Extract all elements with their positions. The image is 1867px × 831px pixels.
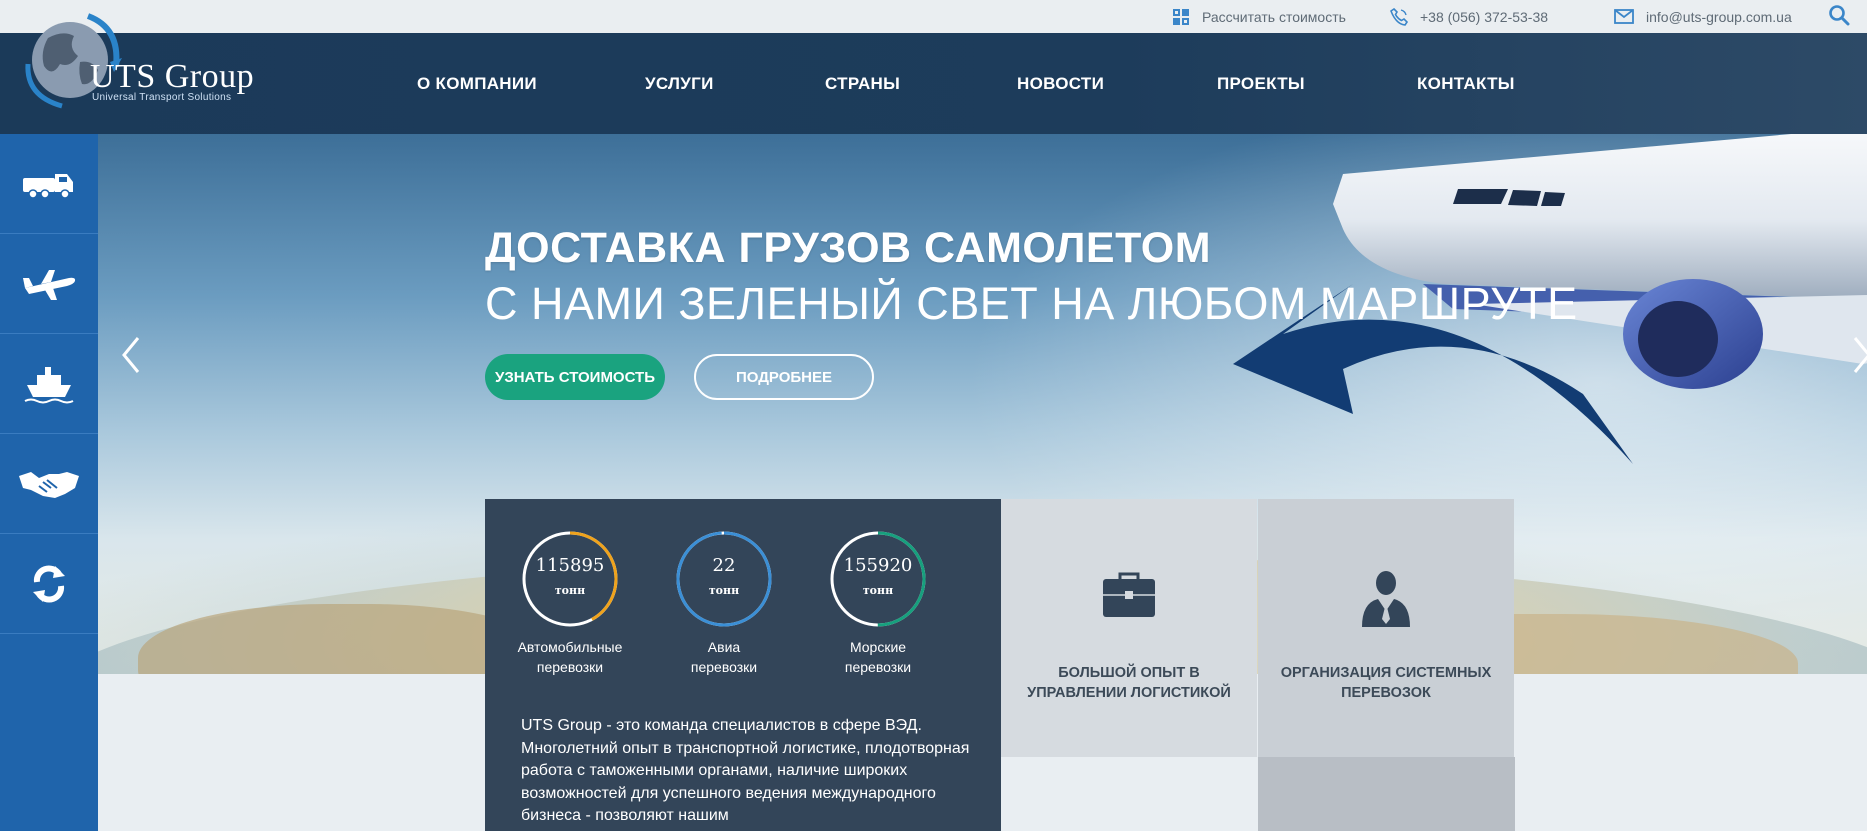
nav-item-contacts[interactable]: КОНТАКТЫ	[1417, 33, 1515, 134]
nav-item-projects[interactable]: ПРОЕКТЫ	[1217, 33, 1305, 134]
handshake-icon	[19, 471, 79, 498]
calculate-cost-link[interactable]: Рассчитать стоимость	[1172, 0, 1346, 33]
search-icon	[1828, 4, 1850, 29]
nav-item-countries[interactable]: СТРАНЫ	[825, 33, 900, 134]
airplane-icon	[23, 269, 76, 300]
page: Рассчитать стоимость +38 (056) 372-53-38…	[0, 0, 1867, 831]
site-logo[interactable]: UTS Group Universal Transport Solutions	[18, 8, 258, 118]
nav-item-news[interactable]: НОВОСТИ	[1017, 33, 1104, 134]
stat-value: 115895	[535, 555, 605, 576]
sidebar-item-partnership[interactable]	[0, 434, 98, 534]
stat-label: Авиа перевозки	[659, 637, 789, 677]
calculator-grid-icon	[1172, 8, 1190, 26]
phone-link[interactable]: +38 (056) 372-53-38	[1390, 0, 1548, 33]
stat-air: 22 тонн Авиа перевозки	[659, 529, 789, 677]
stat-label-line: перевозки	[536, 659, 604, 675]
about-text: UTS Group - это команда специалистов в с…	[521, 717, 970, 824]
stat-value: 22	[712, 555, 736, 576]
stat-label-line: Морские	[849, 639, 907, 655]
businessman-icon	[1362, 571, 1410, 627]
hero-title: ДОСТАВКА ГРУЗОВ САМОЛЕТОМ	[485, 224, 1212, 272]
ship-icon	[24, 366, 74, 403]
feature-logistics[interactable]: БОЛЬШОЙ ОПЫТ В УПРАВЛЕНИИ ЛОГИСТИКОЙ	[1001, 499, 1257, 757]
slider-next-button[interactable]	[1847, 330, 1867, 380]
refresh-icon	[33, 565, 65, 602]
progress-ring	[522, 531, 618, 627]
progress-ring	[830, 531, 926, 627]
nav-item-about[interactable]: О КОМПАНИИ	[417, 33, 537, 134]
sidebar-item-other[interactable]	[0, 534, 98, 634]
mail-icon	[1614, 9, 1634, 24]
stat-value: 155920	[843, 555, 913, 576]
email-address: info@uts-group.com.ua	[1646, 8, 1792, 25]
chevron-right-icon	[1853, 337, 1867, 373]
airplane-illustration	[1233, 134, 1867, 464]
phone-number: +38 (056) 372-53-38	[1420, 8, 1549, 25]
search-button[interactable]	[1828, 0, 1850, 33]
stat-unit: тонн	[554, 584, 586, 597]
stat-label-line: перевозки	[690, 659, 758, 675]
calculate-cost-label: Рассчитать стоимость	[1202, 8, 1346, 25]
stat-road: 115895 тонн Автомобильные перевозки	[505, 529, 635, 677]
stat-label-line: Авиа	[707, 639, 741, 655]
progress-ring	[676, 531, 772, 627]
feature-systems[interactable]: ОРГАНИЗАЦИЯ СИСТЕМНЫХ ПЕРЕВОЗОК	[1258, 499, 1514, 757]
get-price-button[interactable]: УЗНАТЬ СТОИМОСТЬ	[485, 354, 665, 400]
stat-unit: тонн	[862, 584, 894, 597]
email-link[interactable]: info@uts-group.com.ua	[1614, 0, 1792, 33]
feature-label: БОЛЬШОЙ ОПЫТ В УПРАВЛЕНИИ ЛОГИСТИКОЙ	[1027, 665, 1231, 701]
stat-label-line: перевозки	[844, 659, 912, 675]
stat-label: Морские перевозки	[813, 637, 943, 677]
logo-title: UTS Group	[90, 58, 255, 95]
stat-label: Автомобильные перевозки	[505, 637, 635, 677]
sidebar-item-sea[interactable]	[0, 334, 98, 434]
slider-prev-button[interactable]	[116, 330, 146, 380]
stat-sea: 155920 тонн Морские перевозки	[813, 529, 943, 677]
sidebar-item-road[interactable]	[0, 134, 98, 234]
main-navigation: О КОМПАНИИ УСЛУГИ СТРАНЫ НОВОСТИ ПРОЕКТЫ…	[0, 33, 1867, 134]
top-bar: Рассчитать стоимость +38 (056) 372-53-38…	[0, 0, 1867, 33]
more-details-button[interactable]: ПОДРОБНЕЕ	[694, 354, 874, 400]
hero-subtitle: С НАМИ ЗЕЛЕНЫЙ СВЕТ НА ЛЮБОМ МАРШРУТЕ	[485, 278, 1578, 329]
phone-icon	[1390, 7, 1408, 26]
sidebar-item-air[interactable]	[0, 234, 98, 334]
statistics-panel: 115895 тонн Автомобильные перевозки 22 т…	[485, 499, 1001, 831]
feature-panel-lower	[1258, 757, 1515, 831]
logo-subtitle: Universal Transport Solutions	[92, 92, 232, 103]
truck-icon	[23, 173, 73, 199]
service-sidebar	[0, 134, 98, 831]
briefcase-icon	[1103, 572, 1155, 617]
stat-label-line: Автомобильные	[517, 639, 623, 655]
chevron-left-icon	[122, 337, 140, 373]
nav-item-services[interactable]: УСЛУГИ	[645, 33, 714, 134]
feature-label: ОРГАНИЗАЦИЯ СИСТЕМНЫХ ПЕРЕВОЗОК	[1280, 665, 1492, 701]
stat-unit: тонн	[708, 584, 740, 597]
